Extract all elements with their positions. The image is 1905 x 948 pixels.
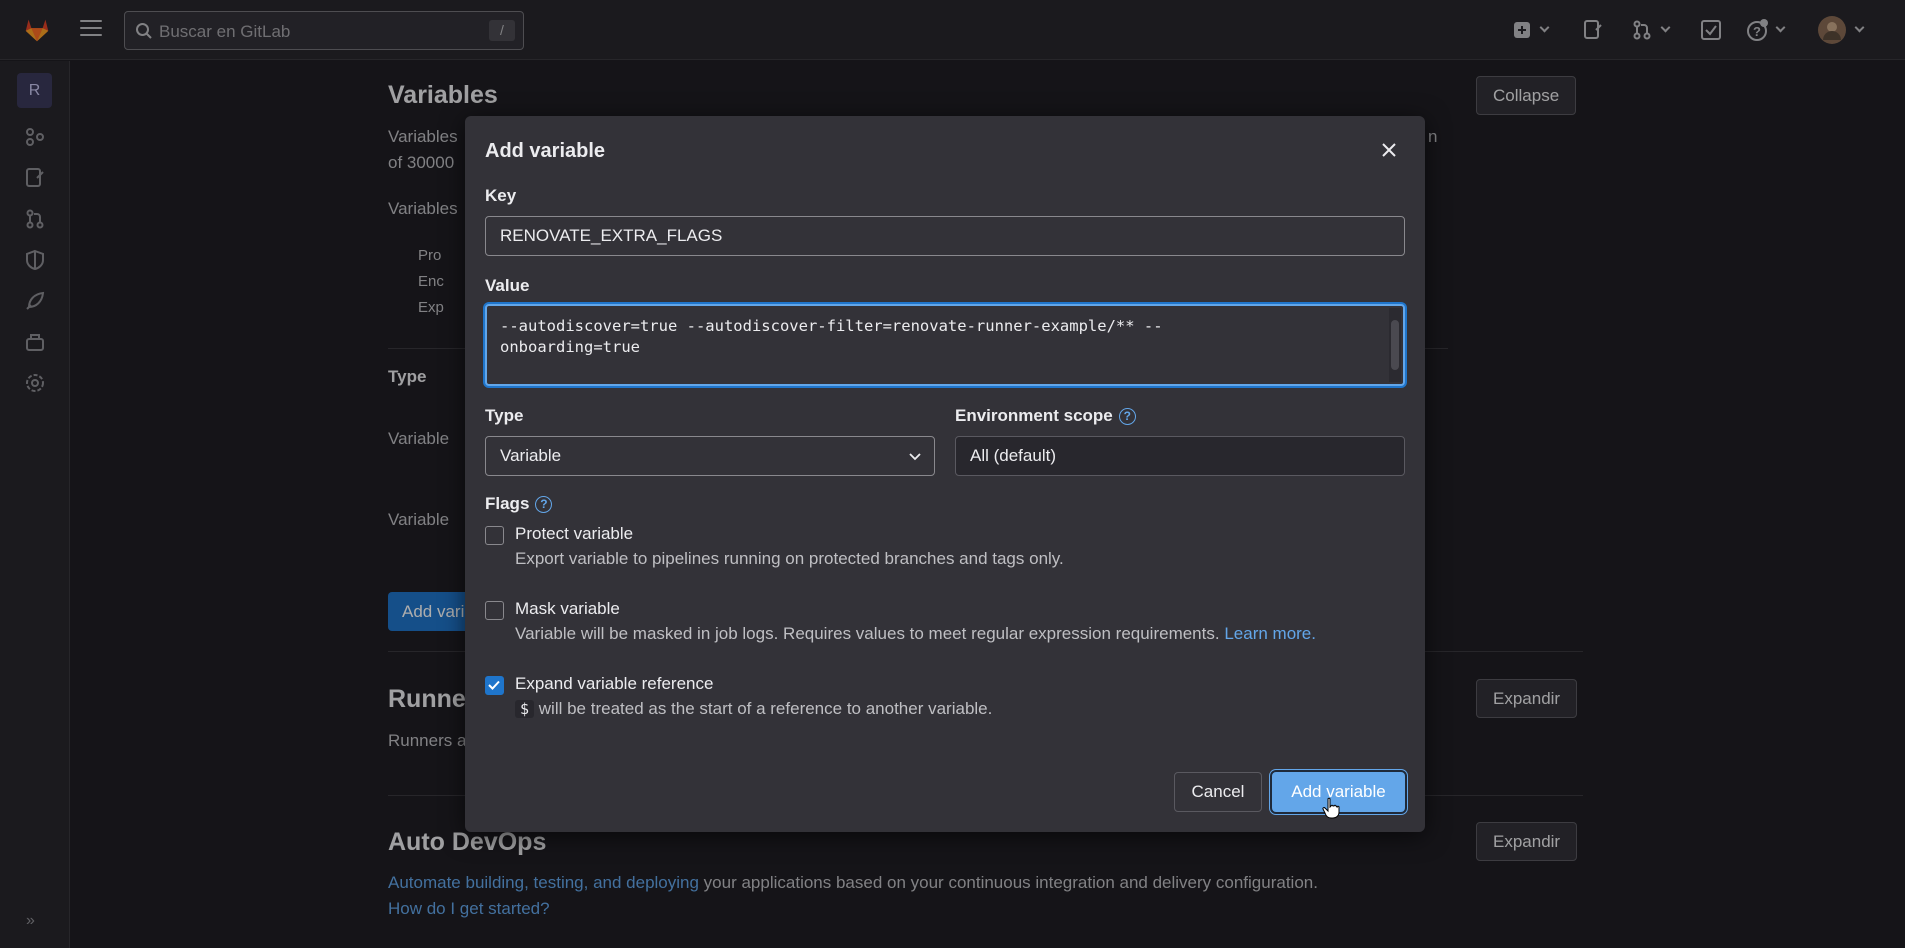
flags-label: Flags? [485, 494, 553, 514]
expand-variable-reference-label[interactable]: Expand variable reference [515, 674, 713, 694]
type-label: Type [485, 406, 524, 425]
cancel-button[interactable]: Cancel [1174, 772, 1262, 812]
close-icon[interactable] [1380, 141, 1398, 159]
value-text: --autodiscover=true --autodiscover-filte… [500, 317, 1163, 356]
expand-variable-reference-help: $ will be treated as the start of a refe… [515, 699, 992, 719]
cursor-hand-icon [1322, 797, 1340, 819]
type-select[interactable]: Variable [485, 436, 935, 476]
expand-variable-reference-checkbox[interactable] [485, 676, 504, 695]
chevron-down-icon [909, 453, 921, 461]
key-label: Key [485, 186, 517, 205]
value-label: Value [485, 276, 530, 295]
learn-more-link[interactable]: Learn more. [1224, 624, 1316, 643]
protect-variable-checkbox[interactable] [485, 526, 504, 545]
add-variable-modal: Add variable Key RENOVATE_EXTRA_FLAGS Va… [465, 116, 1425, 832]
protect-variable-help: Export variable to pipelines running on … [515, 549, 1064, 568]
textarea-scrollbar[interactable] [1389, 308, 1401, 382]
environment-scope-label: Environment scope? [955, 406, 1136, 426]
help-icon[interactable]: ? [535, 496, 553, 514]
mask-variable-label[interactable]: Mask variable [515, 599, 620, 619]
type-selected-value: Variable [500, 446, 562, 465]
help-icon[interactable]: ? [1118, 408, 1136, 426]
modal-title: Add variable [485, 140, 606, 162]
mask-variable-checkbox[interactable] [485, 601, 504, 620]
environment-scope-input[interactable]: All (default) [955, 436, 1405, 476]
check-icon [488, 680, 500, 690]
key-input[interactable]: RENOVATE_EXTRA_FLAGS [485, 216, 1405, 256]
protect-variable-label[interactable]: Protect variable [515, 524, 633, 544]
dollar-code: $ [515, 700, 535, 718]
mask-variable-help: Variable will be masked in job logs. Req… [515, 624, 1316, 643]
value-textarea[interactable]: --autodiscover=true --autodiscover-filte… [485, 304, 1405, 386]
